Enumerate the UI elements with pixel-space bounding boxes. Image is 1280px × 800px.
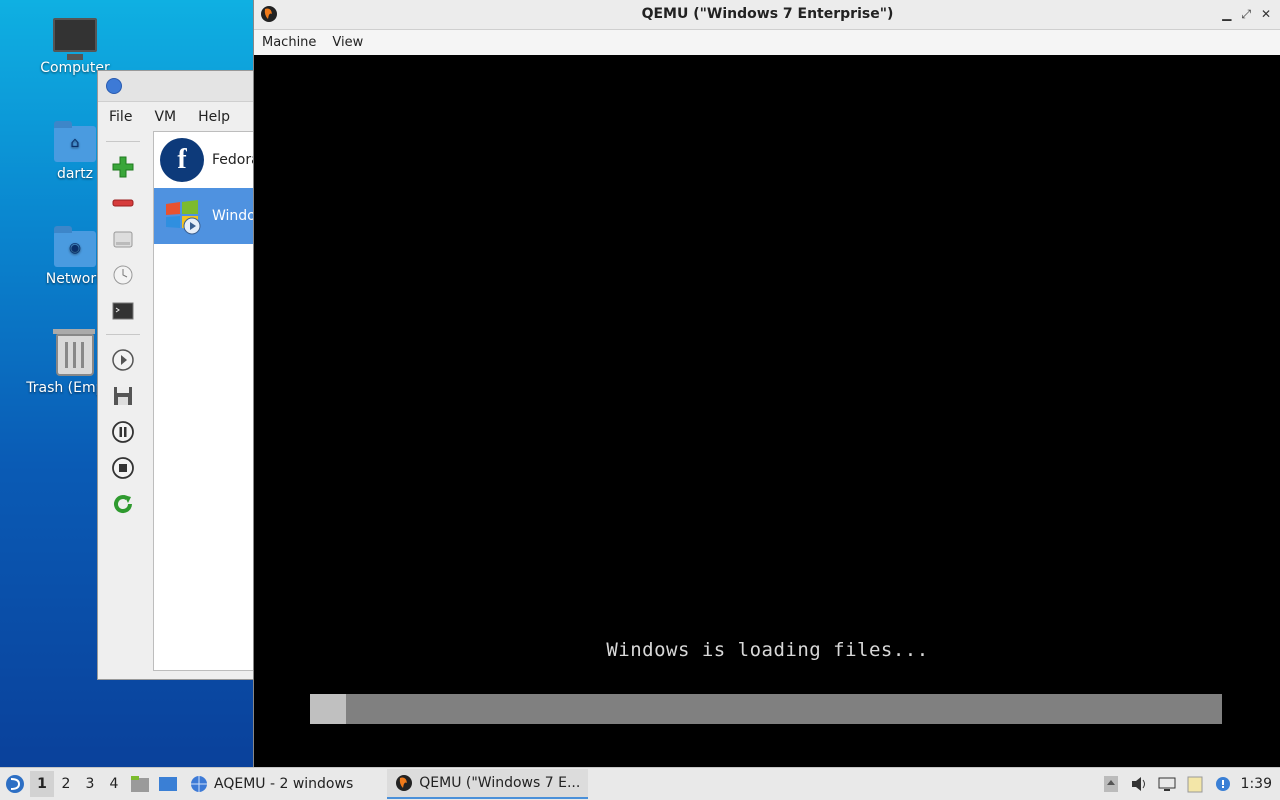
pause-icon[interactable] bbox=[110, 419, 136, 445]
reload-icon[interactable] bbox=[110, 491, 136, 517]
menu-vm[interactable]: VM bbox=[143, 109, 187, 125]
task-label: AQEMU - 2 windows bbox=[214, 776, 354, 792]
guest-display[interactable]: Windows is loading files... bbox=[254, 55, 1280, 768]
windows-logo-icon bbox=[160, 194, 204, 238]
fedora-icon: f bbox=[160, 138, 204, 182]
qemu-menubar: Machine View bbox=[254, 30, 1280, 56]
hard-disk-icon[interactable] bbox=[110, 226, 136, 252]
stop-icon[interactable] bbox=[110, 455, 136, 481]
menu-file[interactable]: File bbox=[98, 109, 143, 125]
maximize-icon[interactable]: ⤢ bbox=[1241, 0, 1251, 29]
workspace-4[interactable]: 4 bbox=[102, 771, 126, 797]
remove-vm-icon[interactable] bbox=[110, 190, 136, 216]
aqemu-toolbar bbox=[104, 137, 142, 527]
boot-progress-fill bbox=[310, 694, 347, 724]
file-manager-icon[interactable] bbox=[128, 773, 152, 795]
clock[interactable]: 1:39 bbox=[1241, 776, 1272, 792]
save-icon[interactable] bbox=[110, 383, 136, 409]
menu-view[interactable]: View bbox=[324, 35, 371, 50]
task-aqemu[interactable]: AQEMU - 2 windows bbox=[182, 769, 361, 799]
qemu-window-title: QEMU ("Windows 7 Enterprise") bbox=[641, 6, 894, 22]
aqemu-globe-icon bbox=[191, 776, 207, 792]
start-menu-button[interactable] bbox=[0, 774, 30, 794]
qemu-window: QEMU ("Windows 7 Enterprise") ▁ ⤢ ✕ Mach… bbox=[253, 0, 1280, 768]
volume-icon[interactable] bbox=[1129, 774, 1149, 794]
aqemu-window: File VM Help f Fedora Windows bbox=[97, 70, 364, 680]
task-qemu[interactable]: QEMU ("Windows 7 E... bbox=[387, 769, 589, 799]
network-folder-icon: ◉ bbox=[54, 226, 96, 267]
qemu-app-icon bbox=[260, 5, 278, 34]
desktop-icon-computer[interactable]: Computer bbox=[25, 18, 125, 76]
notification-icon[interactable] bbox=[1213, 774, 1233, 794]
minimize-icon[interactable]: ▁ bbox=[1222, 0, 1231, 29]
taskbar: 1 2 3 4 AQEMU - 2 windows QEMU ("Windows… bbox=[0, 767, 1280, 800]
add-vm-icon[interactable] bbox=[110, 154, 136, 180]
show-desktop-icon[interactable] bbox=[156, 773, 180, 795]
home-folder-icon: ⌂ bbox=[54, 121, 96, 162]
boot-progress-bar bbox=[310, 694, 1222, 724]
trash-icon bbox=[53, 329, 95, 376]
play-icon[interactable] bbox=[110, 347, 136, 373]
aqemu-titlebar[interactable] bbox=[98, 71, 268, 102]
aqemu-menubar: File VM Help bbox=[98, 102, 268, 132]
system-tray: 1:39 bbox=[1101, 774, 1280, 794]
terminal-icon[interactable] bbox=[110, 298, 136, 324]
menu-machine[interactable]: Machine bbox=[254, 35, 324, 50]
clock-icon[interactable] bbox=[110, 262, 136, 288]
network-icon[interactable] bbox=[1157, 774, 1177, 794]
qemu-titlebar[interactable]: QEMU ("Windows 7 Enterprise") ▁ ⤢ ✕ bbox=[254, 0, 1280, 30]
eject-icon[interactable] bbox=[1101, 774, 1121, 794]
close-icon[interactable]: ✕ bbox=[1261, 0, 1271, 29]
menu-help[interactable]: Help bbox=[187, 109, 241, 125]
workspace-2[interactable]: 2 bbox=[54, 771, 78, 797]
window-controls: ▁ ⤢ ✕ bbox=[1222, 0, 1271, 29]
clipboard-icon[interactable] bbox=[1185, 774, 1205, 794]
loading-message: Windows is loading files... bbox=[606, 639, 929, 661]
task-label: QEMU ("Windows 7 E... bbox=[419, 775, 581, 791]
workspace-3[interactable]: 3 bbox=[78, 771, 102, 797]
computer-icon bbox=[53, 18, 97, 60]
aqemu-globe-icon bbox=[106, 78, 122, 94]
qemu-app-icon bbox=[396, 775, 413, 791]
workspace-1[interactable]: 1 bbox=[30, 771, 54, 797]
